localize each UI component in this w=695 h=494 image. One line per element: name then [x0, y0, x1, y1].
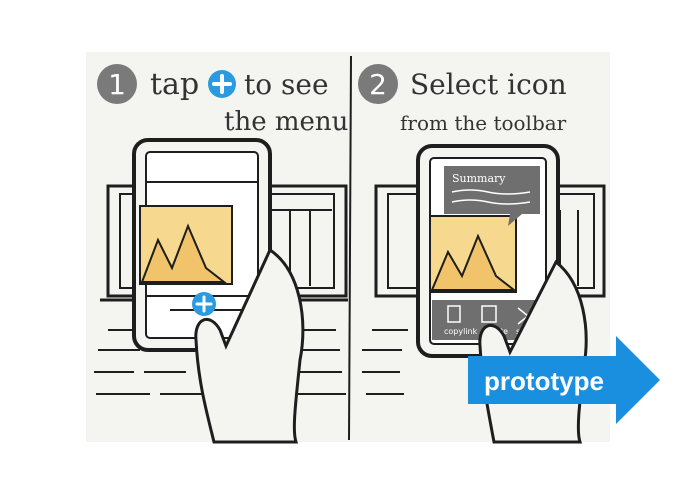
step-2-caption-line2: from the toolbar [400, 111, 567, 135]
step-2-number: 2 [369, 68, 387, 101]
step-1-caption-tap: tap [150, 67, 199, 102]
toolbar-label-copylink: copylink [444, 327, 478, 336]
prototype-label: prototype [484, 366, 604, 396]
step-1-caption-see: to see [244, 68, 329, 101]
photo-thumbnail-2 [429, 215, 517, 293]
step-1-number: 1 [108, 68, 126, 101]
storyboard-illustration: 1 tap to see the menu 2 Select icon from… [86, 52, 660, 444]
step-1-badge: 1 [97, 64, 137, 104]
summary-bubble-title: Summary [452, 172, 506, 185]
step-2-caption-line1: Select icon [410, 68, 567, 101]
plus-icon [208, 70, 236, 98]
plus-button [192, 292, 216, 316]
step-1-caption-menu: the menu [224, 107, 348, 137]
step-2-badge: 2 [358, 64, 398, 104]
photo-thumbnail [139, 205, 233, 285]
